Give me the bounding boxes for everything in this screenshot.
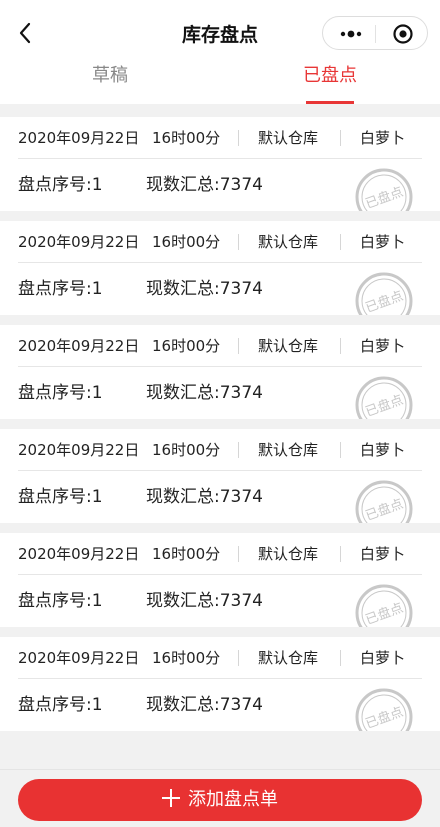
record-user: 白萝卜 bbox=[360, 337, 406, 355]
record-card[interactable]: 2020年09月22日 16时00分 默认仓库 白萝卜 盘点序号:1 现数汇总:… bbox=[0, 429, 440, 523]
record-time: 16时00分 bbox=[152, 649, 221, 667]
divider bbox=[340, 130, 341, 146]
record-time: 16时00分 bbox=[152, 337, 221, 355]
close-mini-program-button[interactable] bbox=[381, 17, 425, 51]
record-card[interactable]: 2020年09月22日 16时00分 默认仓库 白萝卜 盘点序号:1 现数汇总:… bbox=[0, 325, 440, 419]
record-seq: 盘点序号:1 bbox=[18, 279, 103, 299]
record-seq: 盘点序号:1 bbox=[18, 591, 103, 611]
record-time: 16时00分 bbox=[152, 129, 221, 147]
tab-bar: 草稿 已盘点 bbox=[0, 54, 440, 104]
tab-underline bbox=[306, 101, 354, 104]
stamp-label: 已盘点 bbox=[363, 184, 405, 211]
record-date: 2020年09月22日 bbox=[18, 233, 140, 251]
record-header: 2020年09月22日 16时00分 默认仓库 白萝卜 bbox=[18, 429, 422, 471]
record-date: 2020年09月22日 bbox=[18, 441, 140, 459]
record-card[interactable]: 2020年09月22日 16时00分 默认仓库 白萝卜 盘点序号:1 现数汇总:… bbox=[0, 117, 440, 211]
record-total: 现数汇总:7374 bbox=[146, 487, 263, 507]
record-total: 现数汇总:7374 bbox=[146, 175, 263, 195]
divider bbox=[238, 546, 239, 562]
target-circle-icon bbox=[393, 24, 413, 44]
add-button-label: 添加盘点单 bbox=[188, 789, 278, 810]
record-time: 16时00分 bbox=[152, 441, 221, 459]
record-header: 2020年09月22日 16时00分 默认仓库 白萝卜 bbox=[18, 221, 422, 263]
divider bbox=[238, 338, 239, 354]
stamp-label: 已盘点 bbox=[363, 600, 405, 627]
record-seq: 盘点序号:1 bbox=[18, 487, 103, 507]
record-warehouse: 默认仓库 bbox=[258, 545, 319, 563]
record-warehouse: 默认仓库 bbox=[258, 129, 319, 147]
divider bbox=[340, 234, 341, 250]
plus-icon bbox=[162, 789, 180, 807]
bottom-action-bar: 添加盘点单 bbox=[0, 769, 440, 827]
record-header: 2020年09月22日 16时00分 默认仓库 白萝卜 bbox=[18, 117, 422, 159]
add-stocktake-button[interactable]: 添加盘点单 bbox=[18, 779, 422, 821]
record-user: 白萝卜 bbox=[360, 545, 406, 563]
record-time: 16时00分 bbox=[152, 545, 221, 563]
record-date: 2020年09月22日 bbox=[18, 337, 140, 355]
record-user: 白萝卜 bbox=[360, 649, 406, 667]
record-card[interactable]: 2020年09月22日 16时00分 默认仓库 白萝卜 盘点序号:1 现数汇总:… bbox=[0, 637, 440, 731]
divider bbox=[238, 650, 239, 666]
record-warehouse: 默认仓库 bbox=[258, 441, 319, 459]
record-seq: 盘点序号:1 bbox=[18, 695, 103, 715]
completed-stamp-icon: 已盘点 bbox=[354, 167, 414, 211]
completed-stamp-icon: 已盘点 bbox=[354, 687, 414, 731]
capsule-divider bbox=[375, 25, 376, 43]
record-date: 2020年09月22日 bbox=[18, 545, 140, 563]
completed-stamp-icon: 已盘点 bbox=[354, 375, 414, 419]
record-date: 2020年09月22日 bbox=[18, 649, 140, 667]
divider bbox=[238, 234, 239, 250]
record-seq: 盘点序号:1 bbox=[18, 383, 103, 403]
completed-stamp-icon: 已盘点 bbox=[354, 479, 414, 523]
tab-label: 草稿 bbox=[92, 65, 128, 86]
record-warehouse: 默认仓库 bbox=[258, 649, 319, 667]
tab-label: 已盘点 bbox=[303, 65, 357, 86]
record-total: 现数汇总:7374 bbox=[146, 279, 263, 299]
tab-counted[interactable]: 已盘点 bbox=[220, 54, 440, 104]
stamp-label: 已盘点 bbox=[363, 704, 405, 731]
record-total: 现数汇总:7374 bbox=[146, 695, 263, 715]
record-user: 白萝卜 bbox=[360, 441, 406, 459]
record-card[interactable]: 2020年09月22日 16时00分 默认仓库 白萝卜 盘点序号:1 现数汇总:… bbox=[0, 533, 440, 627]
mini-program-capsule bbox=[322, 16, 428, 50]
record-header: 2020年09月22日 16时00分 默认仓库 白萝卜 bbox=[18, 637, 422, 679]
divider bbox=[340, 650, 341, 666]
record-seq: 盘点序号:1 bbox=[18, 175, 103, 195]
completed-stamp-icon: 已盘点 bbox=[354, 271, 414, 315]
record-date: 2020年09月22日 bbox=[18, 129, 140, 147]
record-header: 2020年09月22日 16时00分 默认仓库 白萝卜 bbox=[18, 533, 422, 575]
record-user: 白萝卜 bbox=[360, 129, 406, 147]
divider bbox=[340, 442, 341, 458]
record-user: 白萝卜 bbox=[360, 233, 406, 251]
divider bbox=[340, 546, 341, 562]
stamp-label: 已盘点 bbox=[363, 392, 405, 419]
record-total: 现数汇总:7374 bbox=[146, 591, 263, 611]
record-total: 现数汇总:7374 bbox=[146, 383, 263, 403]
more-dots-icon bbox=[340, 30, 362, 38]
divider bbox=[238, 130, 239, 146]
stamp-label: 已盘点 bbox=[363, 288, 405, 315]
record-warehouse: 默认仓库 bbox=[258, 337, 319, 355]
more-button[interactable] bbox=[329, 17, 373, 51]
completed-stamp-icon: 已盘点 bbox=[354, 583, 414, 627]
record-header: 2020年09月22日 16时00分 默认仓库 白萝卜 bbox=[18, 325, 422, 367]
record-list: 2020年09月22日 16时00分 默认仓库 白萝卜 盘点序号:1 现数汇总:… bbox=[0, 117, 440, 741]
record-warehouse: 默认仓库 bbox=[258, 233, 319, 251]
divider bbox=[340, 338, 341, 354]
record-card[interactable]: 2020年09月22日 16时00分 默认仓库 白萝卜 盘点序号:1 现数汇总:… bbox=[0, 221, 440, 315]
divider bbox=[238, 442, 239, 458]
tab-draft[interactable]: 草稿 bbox=[0, 54, 220, 104]
record-time: 16时00分 bbox=[152, 233, 221, 251]
stamp-label: 已盘点 bbox=[363, 496, 405, 523]
